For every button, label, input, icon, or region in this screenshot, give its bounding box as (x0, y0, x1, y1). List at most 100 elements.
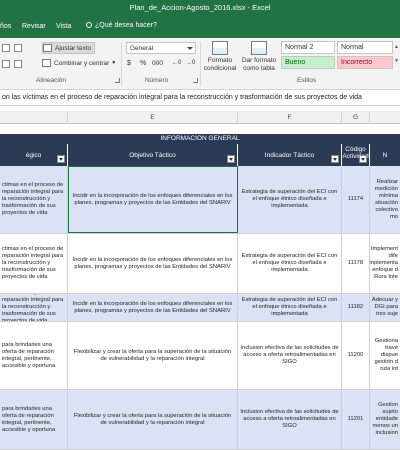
thousands-button[interactable]: 000 (152, 60, 163, 67)
number-launcher-icon[interactable] (193, 78, 198, 83)
cell-estrategico[interactable]: ctimas en el proceso de reparación integ… (0, 294, 68, 321)
table-header-row: égico Objetivo Táctico Indicador Táctico… (0, 144, 400, 166)
formula-content[interactable]: on las víctimas en el proceso de reparac… (2, 94, 362, 101)
table-row[interactable]: para brindarles una oferta de reparación… (0, 322, 400, 390)
cell-codigo[interactable]: 11178 (342, 234, 370, 293)
cell-actividad[interactable]: Implement dife implementa enfoque d Rura… (370, 234, 400, 293)
format-as-table-label-1: Dar formato (241, 57, 277, 64)
ribbon-tabs: ños Revisar Vista ¿Qué desea hacer? (0, 18, 400, 38)
format-as-table-icon (251, 41, 267, 55)
header-codigo-label-1: Código (345, 146, 366, 153)
chevron-down-icon: ▼ (111, 60, 117, 66)
align-left-icon[interactable] (2, 44, 10, 52)
alignment-launcher-icon[interactable] (115, 78, 120, 83)
cell-actividad[interactable]: Adecuar y DGI para tres suje (370, 294, 400, 321)
cell-codigo[interactable]: 11182 (342, 294, 370, 321)
cell-estrategico[interactable]: ctimas en el proceso de reparación integ… (0, 166, 68, 233)
cell-objetivo[interactable]: Flexibilizar y crear la oferta para la s… (68, 322, 238, 389)
merge-center-icon (42, 59, 51, 67)
lightbulb-icon (86, 22, 92, 28)
cell-codigo[interactable]: 11200 (342, 322, 370, 389)
column-header-e[interactable]: E (68, 111, 238, 124)
header-indicador-label: Indicador Táctico (264, 151, 315, 159)
header-estrategico[interactable]: égico (0, 144, 68, 166)
table-row[interactable]: ctimas en el proceso de reparación integ… (0, 166, 400, 234)
tab-datos[interactable]: ños (0, 23, 11, 30)
conditional-format-button[interactable]: Formato condicional (202, 41, 238, 73)
tell-me-search[interactable]: ¿Qué desea hacer? (86, 22, 157, 29)
filter-dropdown-icon[interactable] (331, 155, 339, 163)
group-divider (121, 42, 122, 86)
styles-more-icon[interactable]: ▼ (394, 58, 399, 64)
column-header-g[interactable]: G (342, 111, 370, 124)
cell-indicador[interactable]: Inclusion efectiva de las solicitudes de… (238, 390, 342, 449)
cell-estrategico[interactable]: para brindarles una oferta de reparación… (0, 322, 68, 389)
style-incorrecto[interactable]: Incorrecto (337, 56, 393, 69)
column-header-d[interactable] (0, 111, 68, 124)
table-row[interactable]: ctimas en el proceso de reparación integ… (0, 294, 400, 322)
cell-indicador[interactable]: Estrategia de superación del ECI con el … (238, 166, 342, 233)
filter-dropdown-icon[interactable] (227, 155, 235, 163)
band-title: INFORMACION GENERAL (160, 135, 240, 142)
wrap-text-button[interactable]: Ajustar texto (42, 42, 96, 54)
cell-indicador[interactable]: Inclusion efectiva de las solicitudes de… (238, 322, 342, 389)
cell-actividad[interactable]: Gestiona travé dispue gestión d ruta int (370, 322, 400, 389)
table-row[interactable]: para brindarles una oferta de reparación… (0, 390, 400, 450)
header-next-label: N (382, 151, 388, 159)
cell-actividad[interactable]: Realizar medición mínima situación colec… (370, 166, 400, 233)
column-header-h[interactable] (370, 111, 400, 124)
alignment-group-label: Alineación (36, 77, 66, 84)
format-as-table-label-2: como tabla (243, 65, 275, 72)
group-divider (200, 42, 201, 86)
wrap-text-icon (43, 44, 52, 52)
cell-indicador[interactable]: Estrategia de superación del ECI con el … (238, 234, 342, 293)
spreadsheet-grid[interactable]: INFORMACION GENERAL égico Objetivo Tácti… (0, 124, 400, 450)
style-normal[interactable]: Normal (337, 41, 393, 54)
header-estrategico-label: égico (25, 151, 42, 159)
style-bueno[interactable]: Bueno (281, 56, 335, 69)
cell-estrategico[interactable]: para brindarles una oferta de reparación… (0, 390, 68, 449)
search-placeholder: ¿Qué desea hacer? (95, 22, 157, 29)
increase-decimal-icon[interactable]: ←0 (172, 60, 181, 66)
indent-icon[interactable] (2, 60, 10, 68)
cell-indicador[interactable]: Estrategia de superación del ECI con el … (238, 294, 342, 321)
window-title: Plan_de_Accion-Agosto_2016.xlsx - Excel (129, 3, 271, 12)
number-format-select[interactable]: General (126, 42, 196, 54)
ribbon: Ajustar texto Combinar y centrar ▼ Aline… (0, 38, 400, 90)
cell-objetivo[interactable]: Incidir en la incorporación de los enfoq… (68, 294, 238, 321)
cell-codigo[interactable]: 11201 (342, 390, 370, 449)
cell-objetivo[interactable]: Flexibilizar y crear la oferta para la s… (68, 390, 238, 449)
formula-bar[interactable]: on las víctimas en el proceso de reparac… (0, 90, 400, 106)
format-as-table-button[interactable]: Dar formato como tabla (240, 41, 278, 73)
conditional-format-icon (212, 41, 228, 55)
filter-dropdown-icon[interactable] (359, 155, 367, 163)
filter-dropdown-icon[interactable] (57, 155, 65, 163)
number-group-label: Número (145, 77, 169, 84)
tab-vista[interactable]: Vista (56, 23, 71, 30)
header-indicador[interactable]: Indicador Táctico (238, 144, 342, 166)
column-headers: E F G (0, 111, 400, 124)
percent-button[interactable]: % (140, 60, 146, 67)
styles-scroll-icon[interactable]: ▲ (394, 44, 399, 50)
cell-objetivo[interactable]: Incidir en la incorporación de los enfoq… (68, 234, 238, 293)
orientation-icon[interactable] (14, 44, 22, 52)
style-normal-2[interactable]: Normal 2 (281, 41, 335, 54)
cell-actividad[interactable]: Gestion sujeto entidade menos un inclusi… (370, 390, 400, 449)
currency-icon[interactable]: $ (127, 60, 131, 67)
header-objetivo[interactable]: Objetivo Táctico (68, 144, 238, 166)
number-format-value: General (130, 45, 154, 52)
decrease-decimal-icon[interactable]: →0 (186, 60, 195, 66)
cell-objetivo[interactable]: Incidir en la incorporación de los enfoq… (68, 166, 238, 233)
merge-center-button[interactable]: Combinar y centrar ▼ (42, 59, 116, 67)
table-row[interactable]: ctimas en el proceso de reparación integ… (0, 234, 400, 294)
header-codigo[interactable]: Código Actividad (342, 144, 370, 166)
header-next[interactable]: N (370, 144, 400, 166)
conditional-format-label-2: condicional (203, 65, 237, 72)
styles-group-label: Estilos (297, 77, 317, 84)
tab-revisar[interactable]: Revisar (22, 23, 46, 30)
cell-estrategico[interactable]: ctimas en el proceso de reparación integ… (0, 234, 68, 293)
column-header-f[interactable]: F (238, 111, 342, 124)
cell-codigo[interactable]: 11174 (342, 166, 370, 233)
header-objetivo-label: Objetivo Táctico (129, 151, 176, 159)
outdent-icon[interactable] (14, 60, 22, 68)
